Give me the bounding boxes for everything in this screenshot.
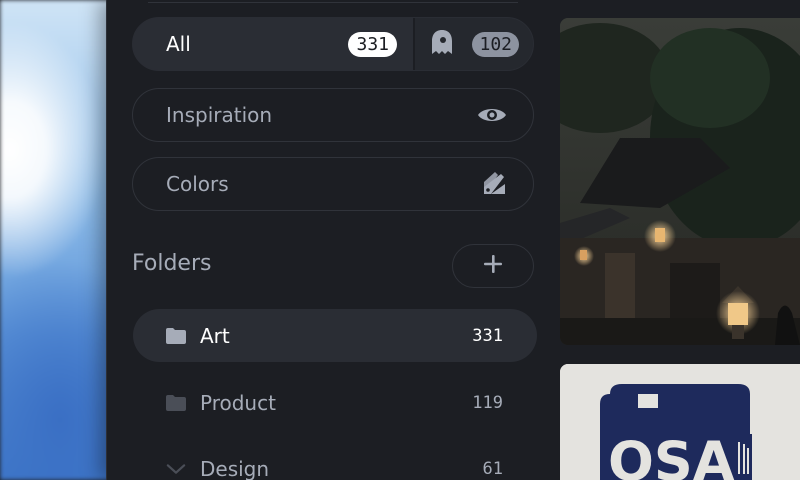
poster-text: OSA — [608, 430, 735, 480]
folder-item-design[interactable]: Design 61 — [133, 442, 537, 480]
folder-count: 331 — [472, 325, 503, 346]
folder-name: Art — [200, 323, 230, 348]
smart-item-label: Colors — [166, 172, 229, 196]
folder-count: 61 — [482, 458, 503, 479]
gallery-tile-osa-poster[interactable]: OSA — [560, 364, 800, 480]
folder-name: Product — [200, 390, 276, 415]
all-label: All — [166, 32, 191, 56]
folder-icon — [166, 327, 186, 344]
eye-icon — [477, 105, 507, 125]
library-all-filter: All 331 102 — [132, 17, 534, 71]
gallery-tile-pagoda-photo[interactable] — [560, 18, 800, 345]
ghost-icon — [429, 28, 455, 61]
all-count-badge: 331 — [348, 31, 397, 57]
ghost-count-badge: 102 — [472, 31, 519, 57]
desktop-background — [0, 0, 110, 480]
chevron-down-icon[interactable] — [166, 462, 186, 476]
folder-name: Design — [200, 456, 270, 480]
folder-item-art[interactable]: Art 331 — [133, 309, 537, 362]
smart-item-colors[interactable]: Colors — [132, 157, 534, 211]
all-items-button[interactable]: All 331 — [133, 18, 413, 70]
plus-icon — [483, 254, 503, 278]
smart-item-inspiration[interactable]: Inspiration — [132, 88, 534, 142]
folders-heading: Folders — [132, 251, 212, 276]
top-edge-divider — [148, 0, 518, 3]
folder-count: 119 — [472, 392, 503, 413]
ghost-items-button[interactable]: 102 — [415, 18, 533, 70]
smart-item-label: Inspiration — [166, 103, 273, 127]
palette-icon — [481, 171, 507, 197]
osa-can-poster: OSA — [560, 364, 800, 480]
folder-icon — [166, 394, 186, 411]
add-folder-button[interactable] — [452, 244, 534, 288]
pagoda-lantern-photo — [560, 18, 800, 345]
folder-item-product[interactable]: Product 119 — [133, 376, 537, 429]
